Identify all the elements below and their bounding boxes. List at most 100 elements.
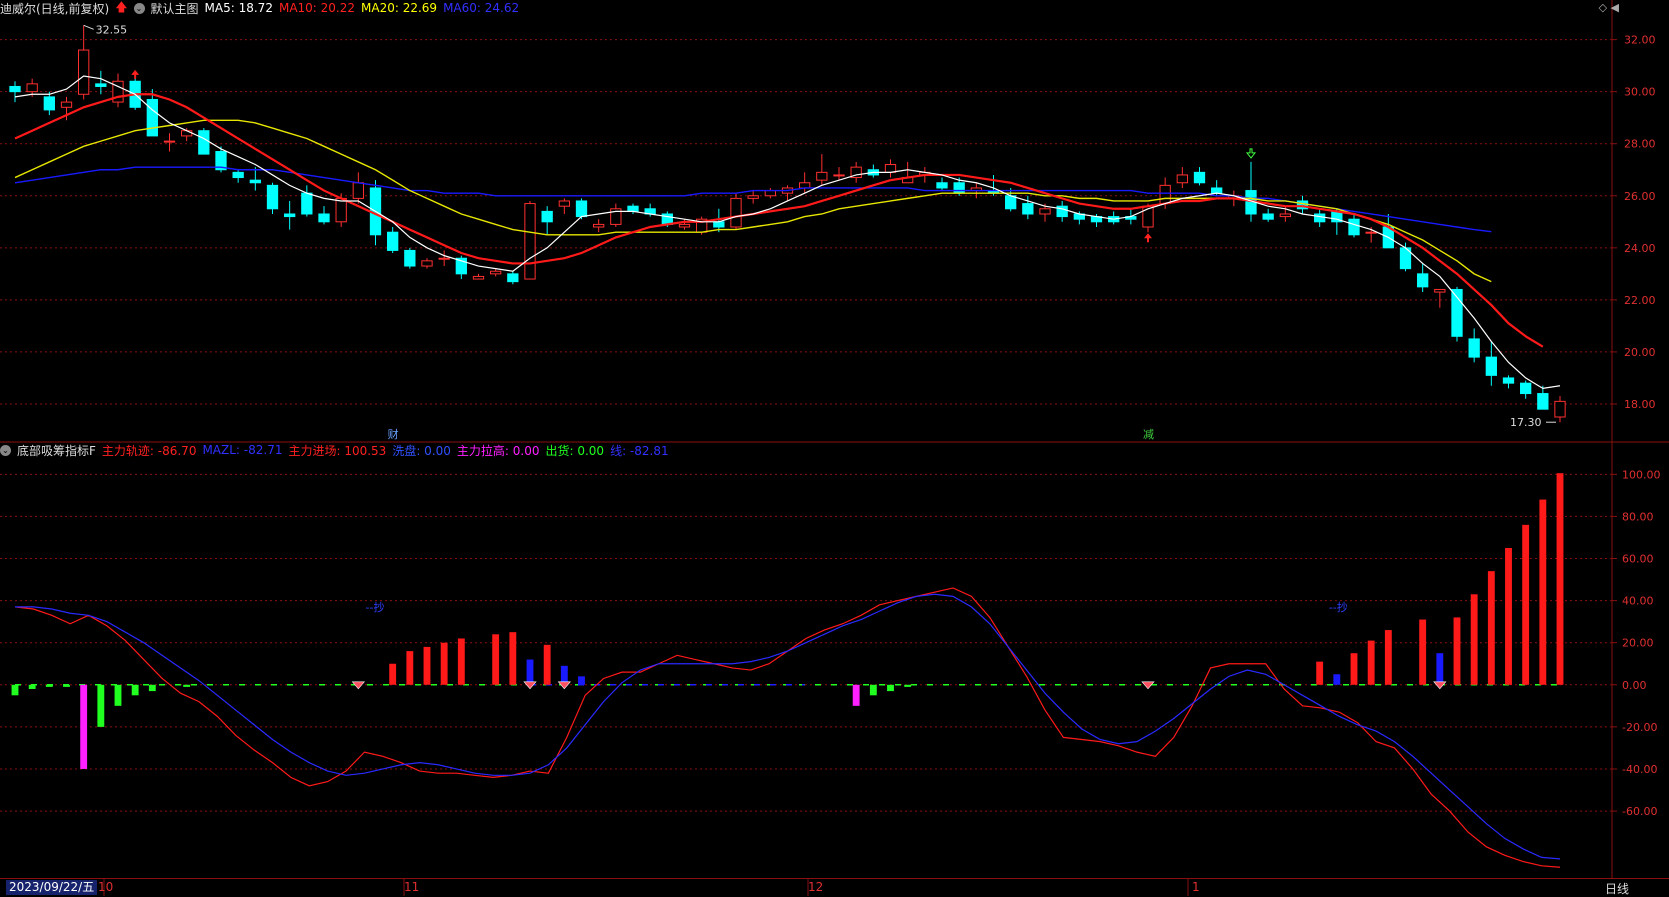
candle-body (747, 195, 759, 199)
indicator-bar (852, 684, 860, 706)
diamond-icon[interactable]: ◇ (1599, 1, 1607, 14)
chevron-down-icon[interactable]: ⌄ (0, 444, 11, 456)
candle-body (438, 257, 450, 260)
time-axis[interactable] (0, 878, 1669, 897)
ind-tick-label: 0.00 (1622, 679, 1647, 692)
candle-body (1502, 377, 1515, 384)
month-label: 10 (98, 880, 114, 894)
indicator-bar (1350, 653, 1358, 685)
candle-body (198, 130, 210, 155)
ind-xipan: 洗盘: 0.00 (392, 443, 451, 458)
ind-xian: 线: -82.81 (610, 443, 669, 458)
price-tick-label: 28.00 (1624, 138, 1656, 151)
ind-zhuli-guiji: 主力轨迹: -86.70 (101, 443, 197, 458)
month-label: 12 (808, 880, 824, 894)
indicator-bar (1539, 499, 1547, 685)
stock-chart-window: 32.00 30.00 28.00 26.00 24.00 22.00 20.00 18.00… (0, 0, 1669, 896)
indicator-bar (1367, 640, 1375, 685)
ind-zhuli-lagao: 主力拉高: 0.00 (456, 443, 540, 458)
ind-zhuli-jinchang: 主力进场: 100.53 (288, 443, 387, 458)
indicator-bar (1556, 473, 1564, 685)
candle-body (524, 203, 536, 280)
candle-body (593, 223, 605, 228)
arrow-up-icon[interactable]: 🡅 (115, 0, 127, 19)
candle-body (1537, 393, 1549, 410)
cursor-date: 2023/09/22/五 (6, 880, 98, 895)
candle-body (146, 98, 158, 137)
indicator-bar (1316, 661, 1324, 685)
candle-body (833, 174, 845, 177)
price-tick-label: 24.00 (1624, 242, 1656, 255)
candle-body (1262, 213, 1274, 220)
chao-label: --抄 (1329, 600, 1348, 614)
candle-body (816, 171, 828, 181)
ind-tick-label: -60.00 (1622, 805, 1657, 818)
chao-label: --抄 (366, 600, 385, 614)
candle-body (335, 197, 347, 223)
indicator-bar (1333, 674, 1341, 685)
candle-body (953, 182, 965, 194)
candle-body (713, 221, 725, 228)
candle-body (1039, 208, 1051, 215)
candle-body (1193, 171, 1206, 184)
ma20-label: MA20: 22.69 (361, 1, 438, 15)
indicator-bar (1419, 619, 1427, 685)
indicator-bar (45, 684, 53, 687)
ma5-label: MA5: 18.72 (204, 1, 273, 15)
candle-body (1554, 400, 1566, 418)
cai-marker: 财 (388, 427, 399, 441)
indicator-bar (423, 646, 431, 685)
indicator-bar (406, 651, 414, 685)
candle-body (490, 270, 502, 275)
collapse-icon[interactable]: ◀ (1611, 1, 1619, 14)
indicator-bar (887, 684, 894, 692)
main-chart-header: 迪威尔(日线,前复权) 🡅 ⌄ 默认主图 MA5: 18.72 MA10: 20… (0, 0, 519, 16)
candle-body (301, 192, 313, 215)
ind-tick-label: -20.00 (1622, 721, 1657, 734)
jian-marker: 减 (1143, 428, 1154, 441)
sell-arrow-icon (1245, 148, 1257, 159)
indicator-bar (1453, 617, 1461, 685)
main-chart-label[interactable]: 默认主图 (151, 0, 199, 17)
candle-body (163, 140, 176, 143)
candle-body (1314, 213, 1326, 223)
candle-body (1468, 338, 1480, 358)
candle-body (60, 101, 73, 108)
candle-body (9, 85, 21, 93)
candle-body (764, 190, 776, 197)
indicator-bar (148, 684, 156, 692)
chevron-down-icon[interactable]: ⌄ (133, 2, 145, 14)
candle-body (1211, 187, 1223, 194)
indicator-bar (1522, 524, 1530, 685)
candle-body (507, 273, 519, 283)
ind-mazl: MAZL: -82.71 (202, 443, 283, 457)
candle-body (1485, 356, 1497, 376)
indicator-bar (97, 684, 105, 727)
candle-body (95, 83, 107, 87)
candle-body (799, 182, 811, 189)
ma60-label: MA60: 24.62 (443, 1, 520, 15)
indicator-bar (183, 684, 191, 687)
candle-body (1520, 382, 1532, 395)
period-selector[interactable]: 日线 (1605, 880, 1629, 897)
ind-tick-label: 40.00 (1622, 595, 1654, 608)
candle-body (1176, 174, 1188, 184)
stock-title: 迪威尔(日线,前复权) (0, 1, 110, 16)
ma10-label: MA10: 20.22 (278, 1, 356, 15)
indicator-bar (440, 642, 448, 685)
month-label: 1 (1192, 880, 1200, 894)
candle-body (78, 49, 90, 95)
indicator-bar (457, 638, 465, 685)
candle-body (558, 200, 570, 207)
candle-body (575, 200, 588, 218)
candle-body (181, 130, 193, 137)
candle-body (421, 260, 433, 267)
candle-body (884, 164, 897, 173)
high-price-pointer (83, 24, 94, 30)
indicator-bar (389, 663, 397, 685)
indicator-name[interactable]: 底部吸筹指标F (17, 442, 96, 459)
indicator-bar (11, 684, 19, 696)
ind-tick-label: 20.00 (1622, 637, 1654, 650)
ma10-line (14, 93, 1544, 348)
candle-body (936, 182, 948, 189)
